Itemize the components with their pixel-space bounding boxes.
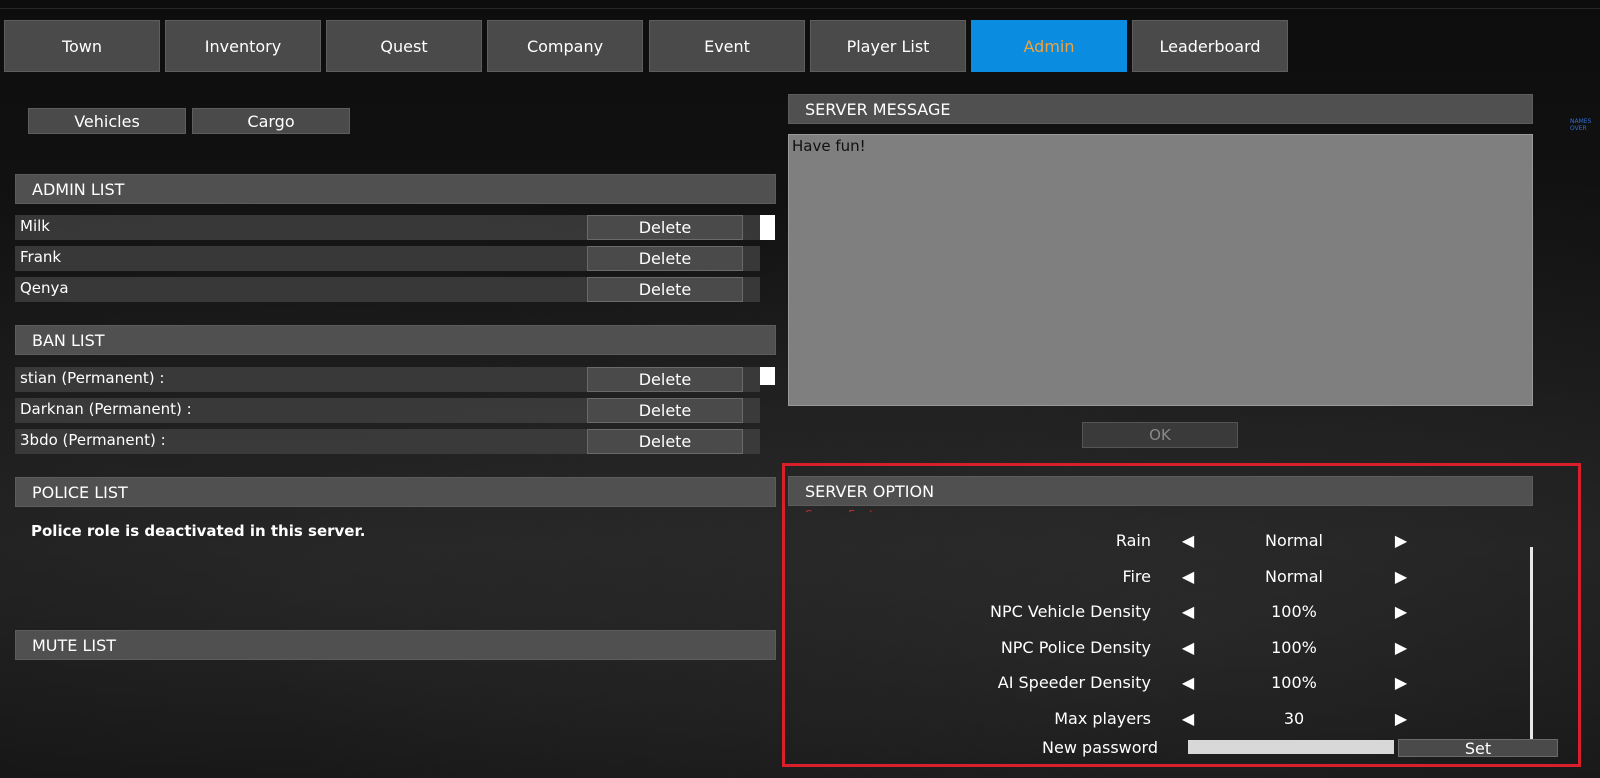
subtab-vehicles[interactable]: Vehicles [28, 108, 186, 134]
option-row-ai-speeder-density: AI Speeder Density ◀ 100% ▶ [788, 671, 1528, 697]
ok-button[interactable]: OK [1082, 422, 1238, 448]
top-divider [0, 8, 1600, 9]
tab-admin[interactable]: Admin [971, 20, 1127, 72]
ban-list-row: stian (Permanent) : Delete [15, 367, 775, 392]
delete-ban-button[interactable]: Delete [587, 367, 743, 392]
option-row-rain: Rain ◀ Normal ▶ [788, 529, 1528, 555]
delete-admin-button[interactable]: Delete [587, 277, 743, 302]
set-password-button[interactable]: Set [1398, 739, 1558, 757]
server-option-title: SERVER OPTION [805, 481, 935, 501]
new-password-input[interactable] [1188, 740, 1394, 754]
subtab-cargo[interactable]: Cargo [192, 108, 350, 134]
admin-list-row: Frank Delete [15, 246, 760, 271]
triangle-left-icon[interactable]: ◀ [1178, 709, 1198, 729]
triangle-left-icon[interactable]: ◀ [1178, 673, 1198, 693]
clipped-option-caption: Server Features [805, 509, 945, 512]
option-value: 100% [1271, 638, 1317, 657]
triangle-right-icon[interactable]: ▶ [1391, 638, 1411, 658]
option-value: 100% [1271, 673, 1317, 692]
side-tag: NAMES OVER [1570, 118, 1592, 132]
police-deactivated-notice: Police role is deactivated in this serve… [31, 522, 366, 540]
admin-list-row: Milk Delete [15, 215, 775, 240]
ban-list-header: BAN LIST [15, 325, 776, 355]
admin-name: Frank [20, 248, 62, 266]
option-value: 100% [1271, 602, 1317, 621]
banned-player-name: 3bdo (Permanent) : [20, 431, 166, 449]
admin-list-scrollbar[interactable] [760, 215, 775, 240]
tab-inventory[interactable]: Inventory [165, 20, 321, 72]
police-list-title: POLICE LIST [32, 482, 128, 502]
police-list-header: POLICE LIST [15, 477, 776, 507]
tab-company[interactable]: Company [487, 20, 643, 72]
triangle-left-icon[interactable]: ◀ [1178, 567, 1198, 587]
option-row-npc-police-density: NPC Police Density ◀ 100% ▶ [788, 636, 1528, 662]
triangle-right-icon[interactable]: ▶ [1391, 602, 1411, 622]
triangle-right-icon[interactable]: ▶ [1391, 709, 1411, 729]
option-value: Normal [1265, 567, 1323, 586]
triangle-right-icon[interactable]: ▶ [1391, 531, 1411, 551]
option-label: Fire [1122, 567, 1151, 586]
banned-player-name: Darknan (Permanent) : [20, 400, 192, 418]
delete-admin-button[interactable]: Delete [587, 246, 743, 271]
option-row-fire: Fire ◀ Normal ▶ [788, 565, 1528, 591]
admin-list-title: ADMIN LIST [32, 179, 125, 199]
tab-town[interactable]: Town [4, 20, 160, 72]
option-label: Rain [1115, 531, 1151, 550]
mute-list-title: MUTE LIST [32, 635, 117, 655]
mute-list-header: MUTE LIST [15, 630, 776, 660]
tab-event[interactable]: Event [649, 20, 805, 72]
triangle-left-icon[interactable]: ◀ [1178, 638, 1198, 658]
tab-player-list[interactable]: Player List [810, 20, 966, 72]
server-option-header: SERVER OPTION [788, 476, 1533, 506]
ban-list-row: Darknan (Permanent) : Delete [15, 398, 760, 423]
ban-list-row: 3bdo (Permanent) : Delete [15, 429, 760, 454]
server-option-scrollbar[interactable] [1530, 547, 1533, 742]
new-password-label: New password [1042, 738, 1158, 757]
tab-quest[interactable]: Quest [326, 20, 482, 72]
option-row-max-players: Max players ◀ 30 ▶ [788, 707, 1528, 733]
ban-list-scrollbar[interactable] [760, 367, 775, 385]
option-row-npc-vehicle-density: NPC Vehicle Density ◀ 100% ▶ [788, 600, 1528, 626]
admin-list-header: ADMIN LIST [15, 174, 776, 204]
option-value: 30 [1283, 709, 1305, 728]
option-value: Normal [1265, 531, 1323, 550]
triangle-left-icon[interactable]: ◀ [1178, 602, 1198, 622]
admin-name: Qenya [20, 279, 69, 297]
server-message-textarea[interactable]: Have fun! [788, 134, 1533, 406]
option-label: AI Speeder Density [997, 673, 1151, 692]
triangle-left-icon[interactable]: ◀ [1178, 531, 1198, 551]
tab-leaderboard[interactable]: Leaderboard [1132, 20, 1288, 72]
admin-name: Milk [20, 217, 50, 235]
server-message-title: SERVER MESSAGE [805, 99, 951, 119]
option-label: NPC Vehicle Density [989, 602, 1151, 621]
server-message-header: SERVER MESSAGE [788, 94, 1533, 124]
delete-ban-button[interactable]: Delete [587, 398, 743, 423]
admin-list-row: Qenya Delete [15, 277, 760, 302]
delete-ban-button[interactable]: Delete [587, 429, 743, 454]
delete-admin-button[interactable]: Delete [587, 215, 743, 240]
ban-list-title: BAN LIST [32, 330, 105, 350]
option-label: NPC Police Density [1000, 638, 1151, 657]
option-label: Max players [1054, 709, 1151, 728]
banned-player-name: stian (Permanent) : [20, 369, 165, 387]
triangle-right-icon[interactable]: ▶ [1391, 673, 1411, 693]
triangle-right-icon[interactable]: ▶ [1391, 567, 1411, 587]
